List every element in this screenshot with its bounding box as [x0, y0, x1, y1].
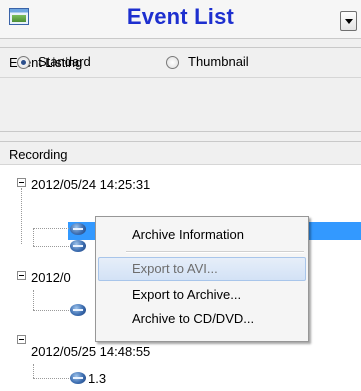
collapse-icon[interactable] — [17, 271, 26, 280]
standard-radio-label[interactable]: Standard — [38, 54, 91, 69]
thumbnail-radio-label[interactable]: Thumbnail — [188, 54, 249, 69]
recording-header: Recording — [0, 142, 361, 165]
tree-connector — [33, 364, 34, 378]
tree-connector — [33, 290, 34, 310]
collapse-icon[interactable] — [17, 178, 26, 187]
menu-separator — [126, 251, 304, 253]
collapse-icon[interactable] — [17, 335, 26, 344]
tree-connector — [33, 378, 71, 379]
tree-connector — [33, 246, 71, 247]
tree-node-date[interactable]: 2012/05/25 14:48:55 — [31, 344, 150, 359]
camera-icon[interactable] — [70, 304, 86, 316]
chevron-down-icon[interactable] — [340, 11, 357, 31]
camera-icon[interactable] — [70, 223, 86, 235]
standard-radio[interactable] — [17, 56, 30, 69]
menu-item-export-to-avi[interactable]: Export to AVI... — [98, 257, 306, 281]
recording-label: Recording — [9, 147, 68, 162]
tree-connector — [33, 228, 71, 229]
camera-icon[interactable] — [70, 372, 86, 384]
divider — [0, 77, 361, 78]
title-bar: Event List — [0, 0, 361, 39]
page-title: Event List — [126, 4, 235, 29]
context-menu: Archive Information Export to AVI... Exp… — [95, 216, 309, 342]
tree-node-item[interactable]: 1.3 — [88, 371, 106, 386]
tree-node-date[interactable]: 2012/0 — [31, 270, 71, 285]
thumbnail-radio[interactable] — [166, 56, 179, 69]
menu-item-archive-information[interactable]: Archive Information — [98, 223, 306, 247]
tree-connector — [33, 310, 71, 311]
tree-connector — [33, 228, 34, 246]
tree-node-date[interactable]: 2012/05/24 14:25:31 — [31, 177, 150, 192]
menu-item-archive-to-cd-dvd[interactable]: Archive to CD/DVD... — [98, 307, 306, 331]
menu-item-export-to-archive[interactable]: Export to Archive... — [98, 283, 306, 307]
camera-icon[interactable] — [70, 240, 86, 252]
tree-connector — [21, 188, 22, 244]
